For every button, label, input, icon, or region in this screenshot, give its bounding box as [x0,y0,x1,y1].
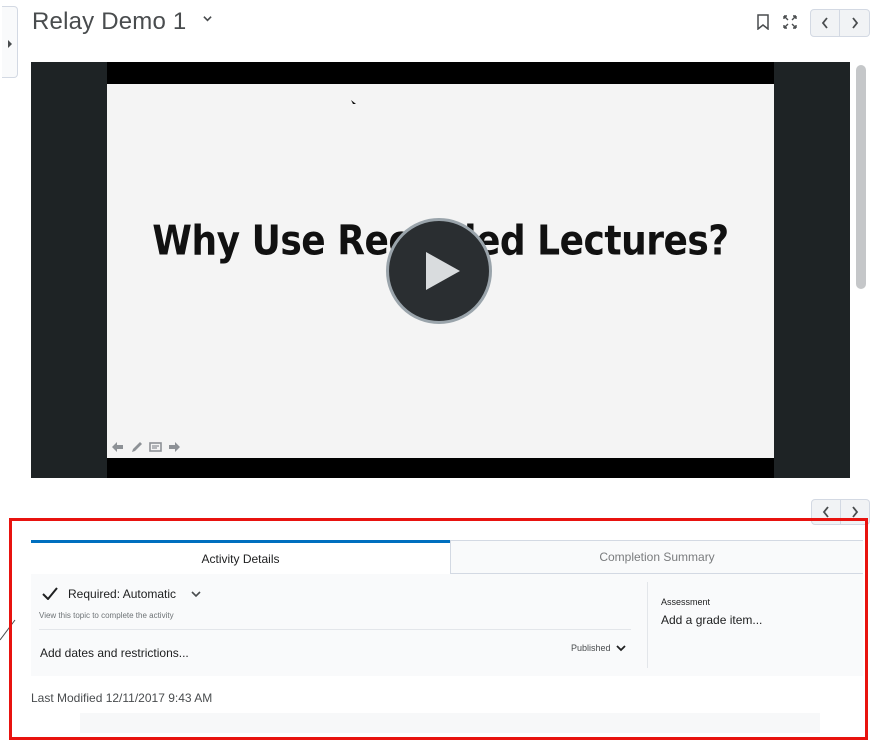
slide-controls [111,441,181,453]
slide-icon[interactable] [149,441,162,453]
fullscreen-icon[interactable] [783,15,797,29]
play-button[interactable] [386,218,492,324]
chevron-left-icon [822,506,829,518]
next-topic-button[interactable] [840,9,870,37]
caret-right-icon [8,40,12,48]
arrow-right-icon[interactable] [168,441,181,453]
sidebar-toggle[interactable] [2,6,18,78]
mouse-cursor-icon [351,100,356,104]
chevron-right-icon [851,17,858,29]
scrollbar-thumb[interactable] [856,65,866,289]
chevron-left-icon [821,17,828,29]
topic-nav [810,9,870,37]
video-player[interactable]: Why Use Recorded Lectures? [31,62,850,478]
chevron-right-icon [852,506,858,518]
slide-letterbox-top [107,62,774,84]
pen-icon[interactable] [130,441,143,453]
topic-title: Relay Demo 1 [32,8,187,35]
highlight-outline [9,518,868,740]
bookmark-icon[interactable] [756,14,770,30]
play-icon [426,252,460,290]
lecture-slide: Why Use Recorded Lectures? [107,84,774,458]
arrow-left-icon[interactable] [111,441,124,453]
slide-letterbox-bottom [107,458,774,478]
chevron-down-icon[interactable] [203,14,212,23]
previous-topic-button[interactable] [810,9,840,37]
